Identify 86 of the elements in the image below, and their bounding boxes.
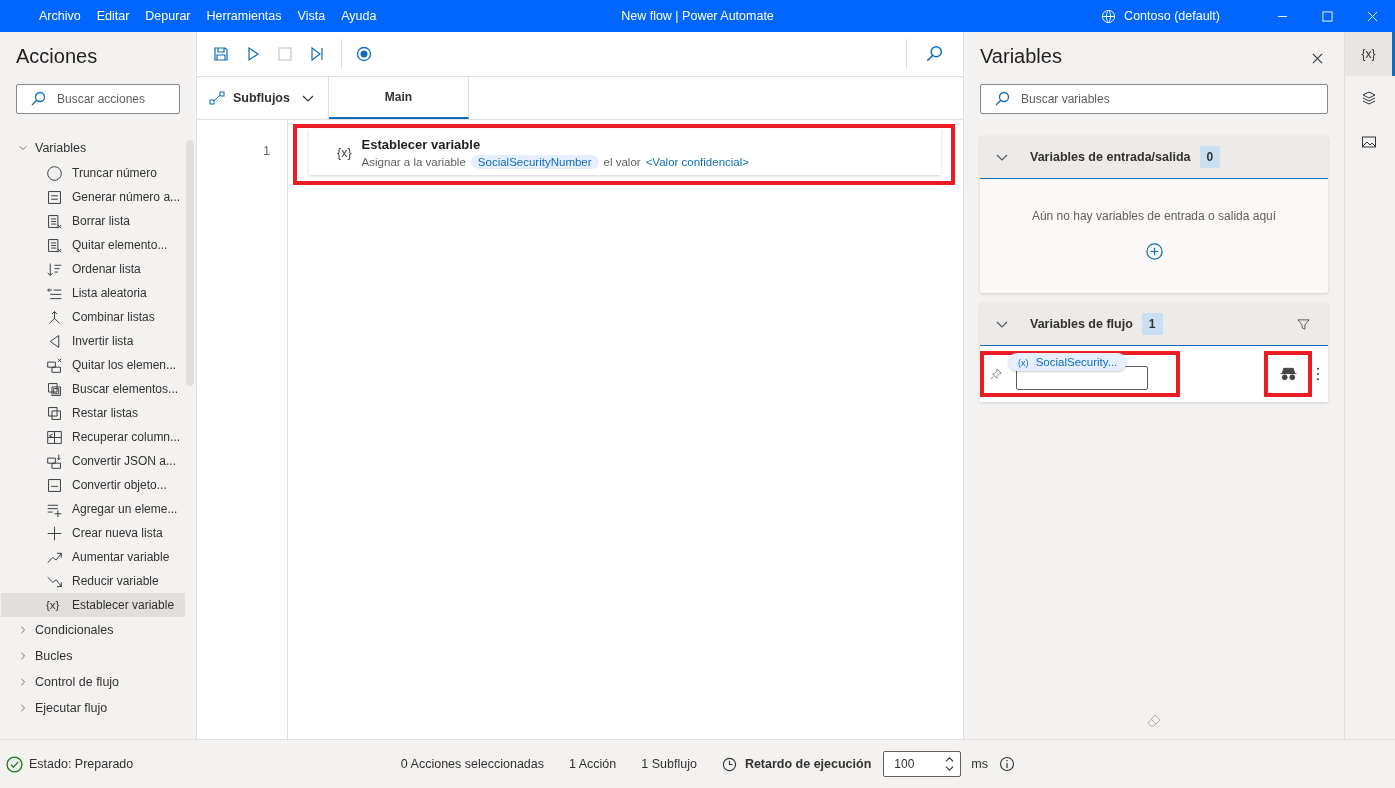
add-icon[interactable] (1145, 243, 1163, 260)
action-item[interactable]: Borrar lista (1, 209, 185, 233)
clock-icon (721, 756, 737, 772)
boxes-icon (46, 404, 63, 422)
subflow-icon (209, 90, 225, 106)
action-description: el valor (603, 156, 641, 168)
incognito-icon[interactable] (1279, 367, 1297, 381)
tree-group[interactable]: Bucles (0, 643, 196, 669)
close-icon[interactable] (1312, 52, 1323, 64)
filter-icon[interactable] (1297, 317, 1310, 331)
action-item[interactable]: Recuperar column... (1, 425, 185, 449)
line-number: 1 (263, 144, 271, 158)
menu-item[interactable]: Editar (96, 9, 130, 23)
tree-group[interactable]: Control de flujo (0, 669, 196, 695)
action-item[interactable]: Convertir JSON a... (1, 449, 185, 473)
status-text: 1 Acción (569, 757, 617, 771)
check-icon (6, 755, 23, 773)
tab[interactable]: Main (328, 77, 469, 119)
count-badge: 1 (1141, 313, 1163, 335)
tree-group[interactable]: Condicionales (0, 617, 196, 643)
pane-title: Variables (980, 45, 1062, 68)
action-item[interactable]: Quitar elemento... (1, 233, 185, 257)
status-text: 1 Subflujo (641, 757, 697, 771)
action-title: Establecer variable (361, 137, 482, 152)
boxes-icon (46, 380, 63, 398)
action-item[interactable]: Buscar elementos... (1, 377, 185, 401)
count-badge: 0 (1199, 146, 1221, 168)
action-item[interactable]: Combinar listas (1, 305, 185, 329)
document-icon (46, 476, 63, 494)
action-item[interactable]: Ordenar lista (1, 257, 185, 281)
pane-title: Acciones (16, 45, 99, 68)
variable-icon: {x} (46, 599, 63, 611)
action-item[interactable]: Convertir objeto... (1, 473, 185, 497)
action-item[interactable]: Reducir variable (1, 569, 185, 593)
action-item[interactable]: Crear nueva lista (1, 521, 185, 545)
action-description: Asignar a la variable (361, 156, 466, 168)
spin-arrows-icon[interactable] (945, 756, 955, 772)
action-item[interactable]: Restar listas (1, 401, 185, 425)
list-delete-icon (46, 212, 63, 230)
number-icon (46, 164, 63, 182)
status-text: Estado: Preparado (29, 757, 134, 771)
columns-icon (46, 428, 63, 446)
search-field[interactable]: Buscar variables (980, 84, 1328, 114)
menu-item[interactable]: Depurar (145, 9, 191, 23)
action-item[interactable]: {x} Establecer variable (1, 593, 185, 617)
list-delete-icon (46, 236, 63, 254)
section-title: Variables de flujo (1030, 317, 1133, 331)
search-icon (994, 91, 1010, 107)
value-link[interactable]: <Valor confidencial> (645, 156, 749, 168)
layers-icon (1360, 90, 1377, 106)
convert-icon (46, 452, 63, 470)
delay-label: Retardo de ejecución (744, 757, 872, 771)
search-field[interactable]: Buscar acciones (16, 84, 180, 114)
delay-input[interactable]: 100 (883, 751, 962, 777)
account-name[interactable]: Contoso (default) (1124, 9, 1220, 23)
merge-icon (46, 308, 63, 326)
status-text: 0 Acciones seleccionadas (400, 757, 544, 771)
menu-item[interactable]: Archivo (39, 9, 81, 23)
variable-chip[interactable]: SocialSecurityNumber (470, 155, 599, 169)
variable-icon: {x} (337, 146, 352, 160)
action-item[interactable]: Truncar número (1, 161, 185, 185)
unit-label: ms (971, 757, 988, 771)
action-item[interactable]: Generar número a... (1, 185, 185, 209)
pin-icon[interactable] (990, 368, 1002, 380)
image-icon (1360, 134, 1377, 150)
side-tab[interactable]: {x} (1345, 32, 1395, 76)
action-item[interactable]: Agregar un eleme... (1, 497, 185, 521)
action-item[interactable]: Invertir lista (1, 329, 185, 353)
globe-icon (1101, 8, 1117, 24)
tree-group[interactable]: Ejecutar flujo (0, 695, 196, 721)
menu-item[interactable]: Herramientas (206, 9, 282, 23)
plus-icon (46, 524, 63, 542)
info-icon[interactable] (999, 756, 1015, 772)
variable-tooltip[interactable]: (x) SocialSecurity... (1008, 353, 1128, 371)
section-title: Variables de entrada/salida (1030, 150, 1191, 164)
menu-item[interactable]: Ayuda (341, 9, 377, 23)
empty-message: Aún no hay variables de entrada o salida aquí (1031, 209, 1277, 223)
action-item[interactable]: Aumentar variable (1, 545, 185, 569)
menu-item[interactable]: Vista (297, 9, 326, 23)
window-title: New flow | Power Automate (620, 9, 775, 23)
action-item[interactable]: Quitar los elemen... (1, 353, 185, 377)
search-icon (30, 91, 46, 107)
more-icon[interactable] (1316, 367, 1320, 381)
boxes-icon (46, 356, 63, 374)
tree-group[interactable]: Variables (0, 135, 196, 161)
action-item[interactable]: Lista aleatoria (1, 281, 185, 305)
